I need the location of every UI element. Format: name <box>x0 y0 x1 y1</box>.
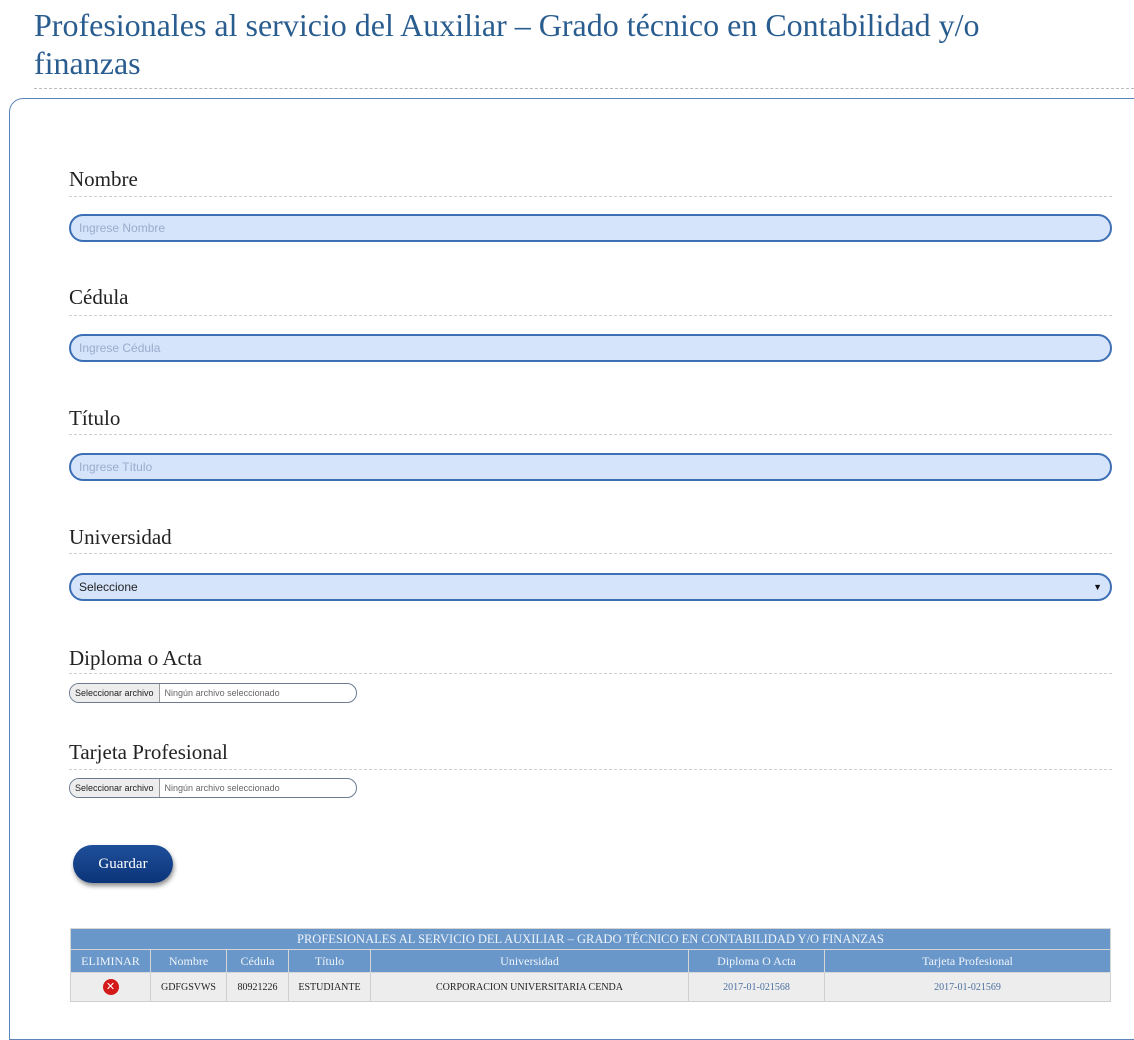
cedula-divider <box>69 315 1112 316</box>
cedula-input[interactable] <box>69 334 1112 362</box>
cell-nombre: GDFGSVWS <box>150 972 227 1002</box>
tarjeta-file-input[interactable]: Seleccionar archivo Ningún archivo selec… <box>69 778 357 798</box>
nombre-input[interactable] <box>69 214 1112 242</box>
results-table: PROFESIONALES AL SERVICIO DEL AUXILIAR –… <box>70 928 1111 1002</box>
tarjeta-label: Tarjeta Profesional <box>69 740 228 764</box>
delete-cell[interactable]: ✕ <box>70 972 151 1002</box>
cell-titulo: ESTUDIANTE <box>288 972 371 1002</box>
universidad-selected-value: Seleccione <box>79 580 138 594</box>
universidad-select[interactable]: Seleccione ▼ <box>69 573 1112 601</box>
column-header-diploma: Diploma O Acta <box>688 949 825 973</box>
cedula-label: Cédula <box>69 285 129 309</box>
table-title: PROFESIONALES AL SERVICIO DEL AUXILIAR –… <box>70 928 1111 950</box>
tarjeta-file-status: Ningún archivo seleccionado <box>164 783 280 793</box>
diploma-link[interactable]: 2017-01-021568 <box>688 972 825 1002</box>
cell-cedula: 80921226 <box>226 972 289 1002</box>
column-header-tarjeta: Tarjeta Profesional <box>824 949 1111 973</box>
tarjeta-divider <box>69 769 1112 770</box>
chevron-down-icon: ▼ <box>1093 582 1102 592</box>
column-header-universidad: Universidad <box>370 949 689 973</box>
diploma-file-status: Ningún archivo seleccionado <box>164 688 280 698</box>
universidad-divider <box>69 553 1112 554</box>
delete-icon[interactable]: ✕ <box>102 979 119 995</box>
tarjeta-choose-file-button[interactable]: Seleccionar archivo <box>70 779 160 797</box>
table-row: ✕ GDFGSVWS 80921226 ESTUDIANTE CORPORACI… <box>70 972 1111 1002</box>
diploma-file-input[interactable]: Seleccionar archivo Ningún archivo selec… <box>69 683 357 703</box>
cell-universidad: CORPORACION UNIVERSITARIA CENDA <box>370 972 689 1002</box>
universidad-label: Universidad <box>69 525 172 549</box>
diploma-choose-file-button[interactable]: Seleccionar archivo <box>70 684 160 702</box>
diploma-divider <box>69 673 1112 674</box>
titulo-divider <box>69 434 1112 435</box>
save-button[interactable]: Guardar <box>73 845 173 883</box>
column-header-nombre: Nombre <box>150 949 227 973</box>
nombre-divider <box>69 196 1112 197</box>
diploma-label: Diploma o Acta <box>69 646 202 670</box>
title-divider <box>34 88 1134 89</box>
titulo-input[interactable] <box>69 453 1112 481</box>
column-header-cedula: Cédula <box>226 949 289 973</box>
nombre-label: Nombre <box>69 167 138 191</box>
column-header-eliminar: ELIMINAR <box>70 949 151 973</box>
tarjeta-link[interactable]: 2017-01-021569 <box>824 972 1111 1002</box>
titulo-label: Título <box>69 406 121 430</box>
column-header-titulo: Título <box>288 949 371 973</box>
page-title: Profesionales al servicio del Auxiliar –… <box>34 7 980 81</box>
